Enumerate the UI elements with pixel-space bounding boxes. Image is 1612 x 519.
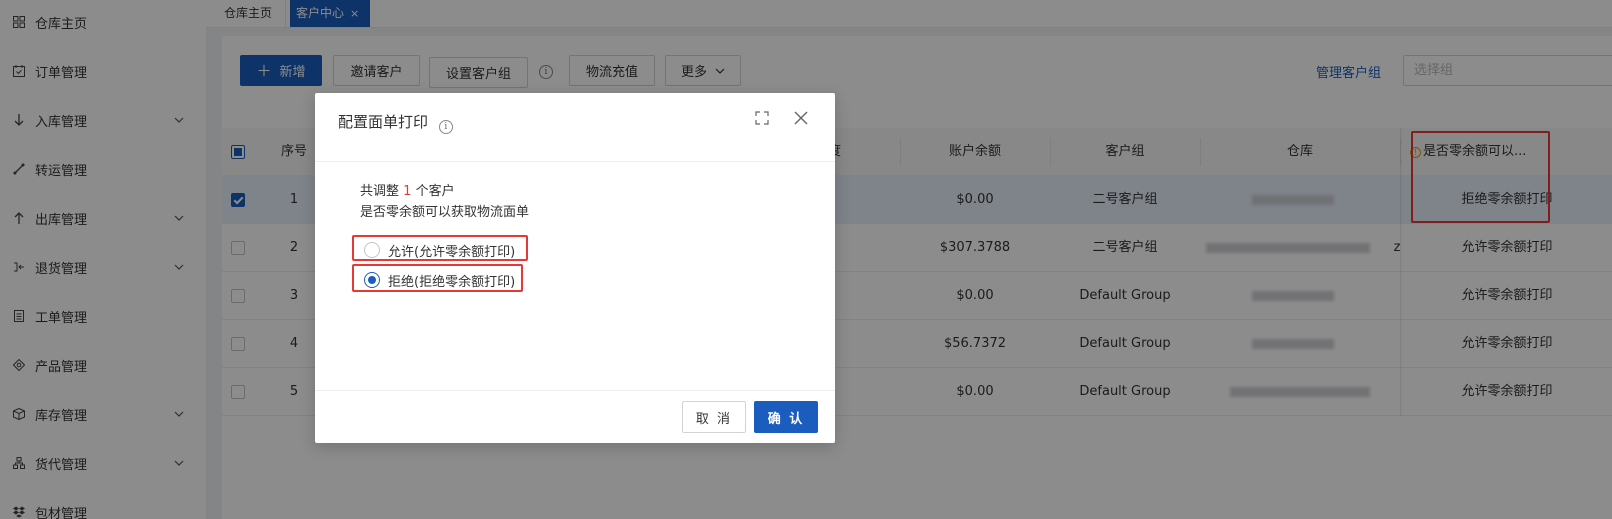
info-icon[interactable]: i [438,120,453,134]
cancel-button[interactable]: 取 消 [682,401,746,433]
adjust-summary: 共调整 1 个客户 [360,180,455,199]
modal-footer: 取 消 确 认 [315,390,835,443]
modal-title: 配置面单打印 i [338,111,453,134]
zero-balance-question: 是否零余额可以获取物流面单 [360,205,530,220]
highlight-box-reject [352,264,523,292]
summary-prefix: 共调整 [360,184,400,199]
summary-count: 1 [403,184,412,199]
close-icon[interactable] [793,107,809,131]
modal-header: 配置面单打印 i [315,93,835,162]
highlight-box-allow [352,235,528,261]
print-config-modal: 配置面单打印 i 共调整 1 个客户 是否零余额可以获取物流面单 允许(允许零余… [315,93,835,443]
modal-title-text: 配置面单打印 [338,113,429,131]
fullscreen-icon[interactable] [755,111,769,129]
summary-suffix: 个客户 [415,184,455,199]
confirm-button[interactable]: 确 认 [754,401,818,433]
